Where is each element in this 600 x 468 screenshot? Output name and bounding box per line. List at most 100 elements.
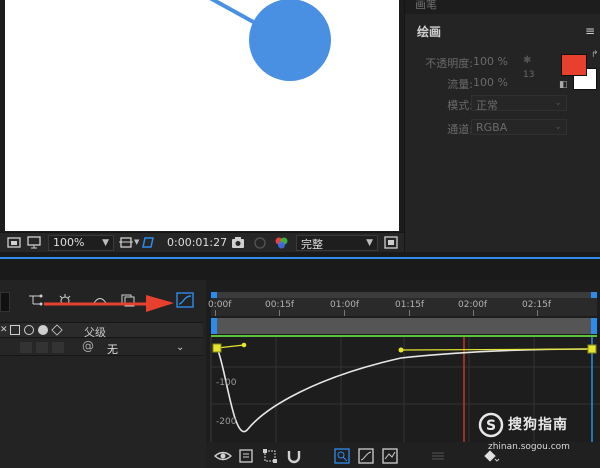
layer-switch[interactable] — [20, 342, 32, 353]
layer-row[interactable]: @ 无 ⌄ — [0, 339, 203, 356]
mode-label: 模式: — [447, 99, 473, 112]
resolution-select[interactable]: 完整 ▼ — [296, 235, 378, 251]
opacity-value[interactable]: 100 % — [473, 55, 508, 68]
shape-line[interactable] — [209, 0, 258, 26]
fit-all-icon[interactable] — [358, 448, 374, 464]
chevron-down-icon: ⌄ — [554, 98, 562, 108]
panel-menu-icon[interactable]: ≡ — [585, 24, 595, 38]
graph-type-icon[interactable] — [238, 448, 254, 464]
time-navigator-end-handle[interactable] — [591, 292, 597, 298]
transparency-grid-icon[interactable] — [141, 236, 155, 249]
monitor-icon[interactable] — [27, 236, 41, 249]
canvas-artwork — [209, 0, 331, 81]
mode-select[interactable]: 正常 ⌄ — [471, 95, 567, 112]
end-keyframe — [587, 344, 597, 354]
start-keyframe — [212, 343, 222, 353]
graph-value-label: -200 — [216, 417, 237, 427]
time-navigator[interactable] — [211, 292, 597, 298]
resolution-value: 完整 — [301, 238, 323, 251]
layer-switch[interactable] — [52, 342, 64, 353]
annotation-arrow — [44, 295, 174, 312]
watermark: S 搜狗指南 zhinan.sogou.com — [470, 412, 600, 468]
flow-label: 流量: — [447, 78, 473, 91]
ruler-tick — [473, 310, 474, 316]
layer-switch[interactable] — [36, 342, 48, 353]
work-area-bar[interactable] — [211, 318, 597, 334]
work-area-end-handle[interactable] — [591, 318, 597, 334]
brush-panel-strip: 画笔 — [405, 0, 600, 14]
transform-box-icon[interactable] — [262, 448, 278, 464]
always-preview-icon[interactable] — [7, 236, 21, 249]
ruler-tick — [344, 310, 345, 316]
chevron-down-icon: ▼ — [366, 238, 373, 248]
zoom-value: 100% — [53, 236, 85, 249]
ruler-tick — [537, 310, 538, 316]
show-snapshot-icon[interactable] — [253, 236, 267, 249]
channel-label: 通道: — [447, 123, 473, 136]
opacity-label: 不透明度: — [425, 57, 473, 70]
brush-panel-label[interactable]: 画笔 — [415, 0, 437, 12]
current-timecode[interactable]: 0:00:01:27 — [167, 236, 227, 249]
flow-value[interactable]: 100 % — [473, 76, 508, 89]
watermark-url: zhinan.sogou.com — [488, 442, 570, 452]
eye-icon[interactable] — [213, 448, 233, 464]
panel-title[interactable]: 绘画 — [417, 23, 441, 40]
ruler-tick — [215, 310, 216, 316]
bezier-handle-point — [398, 347, 404, 353]
foreground-color-swatch[interactable] — [561, 54, 587, 76]
parent-value: 无 — [107, 343, 118, 356]
edit-selected-keys-icon[interactable] — [430, 448, 446, 464]
chevron-down-icon: ⌄ — [554, 122, 562, 132]
ruler-label: 0:00f — [208, 300, 232, 310]
chevron-down-icon: ▼ — [102, 238, 109, 248]
parent-dropdown-chevron-icon[interactable]: ⌄ — [176, 342, 184, 353]
ruler-tick — [279, 310, 280, 316]
3d-layer-icon[interactable] — [51, 324, 63, 336]
parent-column-label[interactable]: 父级 — [84, 324, 106, 340]
adjustment-layer-icon[interactable] — [38, 325, 48, 335]
paint-panel-header: 绘画 ≡ — [405, 16, 600, 46]
ruler-label: 02:15f — [522, 300, 552, 310]
watermark-logo-icon: S — [478, 412, 504, 438]
mode-value: 正常 — [476, 99, 498, 112]
default-colors-icon[interactable]: ◧ — [559, 80, 568, 90]
separate-dimensions-icon[interactable] — [382, 448, 398, 464]
brush-tip-icon: ✱ — [523, 55, 532, 66]
channel-value: RGBA — [476, 121, 508, 134]
work-area-start-handle[interactable] — [211, 318, 217, 334]
graph-value-label: -100 — [216, 378, 237, 388]
active-panel-indicator — [0, 257, 600, 259]
pick-whip-icon[interactable]: @ — [82, 339, 94, 353]
time-navigator-start-handle[interactable] — [211, 292, 217, 298]
av-features-icon[interactable]: ✕ — [0, 325, 8, 335]
svg-text:S: S — [486, 418, 496, 434]
ruler-label: 01:00f — [330, 300, 360, 310]
fit-selection-icon[interactable] — [334, 448, 350, 464]
watermark-name: 搜狗指南 — [508, 417, 568, 433]
shape-circle[interactable] — [249, 0, 331, 81]
paint-panel: 画笔 绘画 ≡ 不透明度: 100 % ✱ 13 流量: 100 % 模式: 正… — [404, 0, 600, 252]
solo-icon[interactable] — [10, 325, 20, 335]
layer-column-header: ✕ 父级 — [0, 322, 203, 340]
snapshot-camera-icon[interactable] — [231, 236, 245, 249]
ruler-label: 00:15f — [265, 300, 295, 310]
channel-select[interactable]: RGBA ⌄ — [471, 119, 567, 135]
composition-canvas[interactable] — [5, 0, 399, 231]
ruler-tick — [409, 310, 410, 316]
viewer-toolbar: 100% ▼ ▼ 0:00:01:27 完整 ▼ — [0, 232, 404, 252]
chevron-down-icon[interactable]: ▼ — [134, 238, 139, 246]
fast-preview-icon[interactable] — [384, 236, 398, 249]
composition-viewer — [0, 0, 404, 232]
swap-colors-icon[interactable]: ↱ — [591, 50, 599, 60]
region-of-interest-icon[interactable] — [119, 236, 133, 249]
snap-magnet-icon[interactable] — [286, 448, 302, 464]
ruler-label: 02:00f — [458, 300, 488, 310]
bezier-handle-point — [241, 342, 247, 348]
ruler-label: 01:15f — [395, 300, 425, 310]
search-field-stub[interactable] — [0, 292, 10, 312]
brush-size-value[interactable]: 13 — [523, 70, 534, 80]
motion-blur-icon[interactable] — [24, 325, 34, 335]
time-ruler[interactable]: 0:00f 00:15f 01:00f 01:15f 02:00f 02:15f — [208, 292, 597, 316]
color-channels-icon[interactable] — [274, 236, 288, 249]
zoom-select[interactable]: 100% ▼ — [48, 235, 114, 251]
